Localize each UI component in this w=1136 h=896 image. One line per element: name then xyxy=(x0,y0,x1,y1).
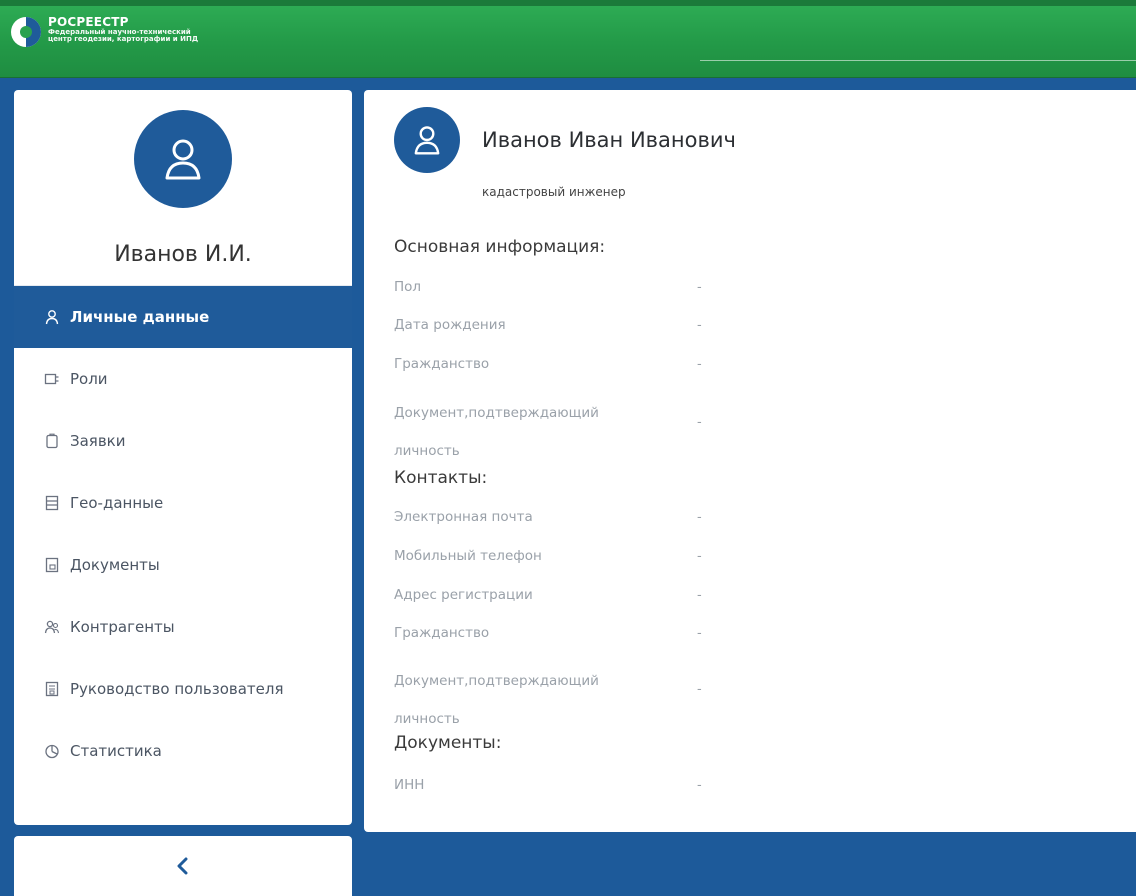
user-icon xyxy=(165,139,201,180)
sidebar-item-label: Руководство пользователя xyxy=(70,680,284,698)
profile-header: Иванов Иван Иванович xyxy=(394,107,736,173)
field-label-inn: ИНН xyxy=(394,777,425,793)
field-value-citizenship: - xyxy=(697,357,702,372)
field-value-gender: - xyxy=(697,280,702,295)
user-icon xyxy=(45,310,59,325)
sidebar-item-contractors[interactable]: Контрагенты xyxy=(14,596,352,658)
sidebar-item-statistics[interactable]: Статистика xyxy=(14,720,352,782)
logo-title: РОСРЕЕСТР xyxy=(48,15,129,29)
sidebar-item-label: Контрагенты xyxy=(70,618,175,636)
document-icon xyxy=(45,557,59,573)
field-label-mobile-phone: Мобильный телефон xyxy=(394,548,542,564)
sidebar-item-label: Личные данные xyxy=(70,308,210,326)
field-value-email: - xyxy=(697,510,702,525)
field-value-registration-address: - xyxy=(697,588,702,603)
chart-pie-icon xyxy=(45,744,59,759)
chevron-left-icon xyxy=(177,857,188,875)
avatar[interactable] xyxy=(134,110,232,208)
sidebar-item-label: Роли xyxy=(70,370,108,388)
field-label-registration-address: Адрес регистрации xyxy=(394,587,533,603)
list-icon xyxy=(45,495,59,511)
sidebar: Иванов И.И. Личные данные Роли Заявки Ге… xyxy=(14,90,352,825)
sidebar-collapse-button[interactable] xyxy=(14,836,352,896)
field-label-gender: Пол xyxy=(394,279,422,295)
sidebar-user-name: Иванов И.И. xyxy=(114,242,252,267)
avatar[interactable] xyxy=(394,107,460,173)
sidebar-profile: Иванов И.И. xyxy=(14,90,352,286)
field-label-contacts-identity-document: Документ,подтверждающий личность xyxy=(394,673,599,727)
sidebar-item-label: Заявки xyxy=(70,432,126,450)
field-value-contacts-identity-document: - xyxy=(697,682,702,697)
manual-icon xyxy=(45,681,59,697)
field-label-email: Электронная почта xyxy=(394,509,533,525)
header-top-stripe xyxy=(0,0,1136,6)
logo-text: РОСРЕЕСТР Федеральный научно-технический… xyxy=(48,16,198,43)
header-divider-line xyxy=(700,60,1136,61)
sidebar-item-requests[interactable]: Заявки xyxy=(14,410,352,472)
sidebar-item-user-manual[interactable]: Руководство пользователя xyxy=(14,658,352,720)
section-title-documents: Документы: xyxy=(394,733,502,753)
section-title-basic-info: Основная информация: xyxy=(394,237,606,257)
profile-role: кадастровый инженер xyxy=(482,185,626,199)
clipboard-icon xyxy=(46,433,58,449)
user-icon xyxy=(414,126,440,155)
field-value-identity-document: - xyxy=(697,415,702,430)
profile-full-name: Иванов Иван Иванович xyxy=(482,128,736,152)
app-header: РОСРЕЕСТР Федеральный научно-технический… xyxy=(0,0,1136,78)
roles-icon xyxy=(44,373,59,385)
section-title-contacts: Контакты: xyxy=(394,468,488,488)
sidebar-item-roles[interactable]: Роли xyxy=(14,348,352,410)
sidebar-item-label: Гео-данные xyxy=(70,494,164,512)
sidebar-item-documents[interactable]: Документы xyxy=(14,534,352,596)
contractors-icon xyxy=(44,620,60,634)
field-value-contacts-citizenship: - xyxy=(697,626,702,641)
sidebar-item-label: Статистика xyxy=(70,742,162,760)
profile-card: Иванов Иван Иванович кадастровый инженер… xyxy=(364,90,1136,832)
field-label-birth-date: Дата рождения xyxy=(394,317,506,333)
sidebar-item-geo-data[interactable]: Гео-данные xyxy=(14,472,352,534)
field-value-birth-date: - xyxy=(697,318,702,333)
field-value-mobile-phone: - xyxy=(697,549,702,564)
rosreestr-logo-icon xyxy=(11,17,41,47)
sidebar-item-label: Документы xyxy=(70,556,160,574)
rosreestr-logo[interactable]: РОСРЕЕСТР Федеральный научно-технический… xyxy=(10,14,260,64)
field-label-identity-document: Документ,подтверждающий личность xyxy=(394,405,599,459)
field-label-citizenship: Гражданство xyxy=(394,356,490,372)
field-value-inn: - xyxy=(697,778,702,793)
logo-subtitle-line-2: центр геодезии, картографии и ИПД xyxy=(48,34,199,43)
sidebar-item-personal-data[interactable]: Личные данные xyxy=(14,286,352,348)
field-label-contacts-citizenship: Гражданство xyxy=(394,625,490,641)
